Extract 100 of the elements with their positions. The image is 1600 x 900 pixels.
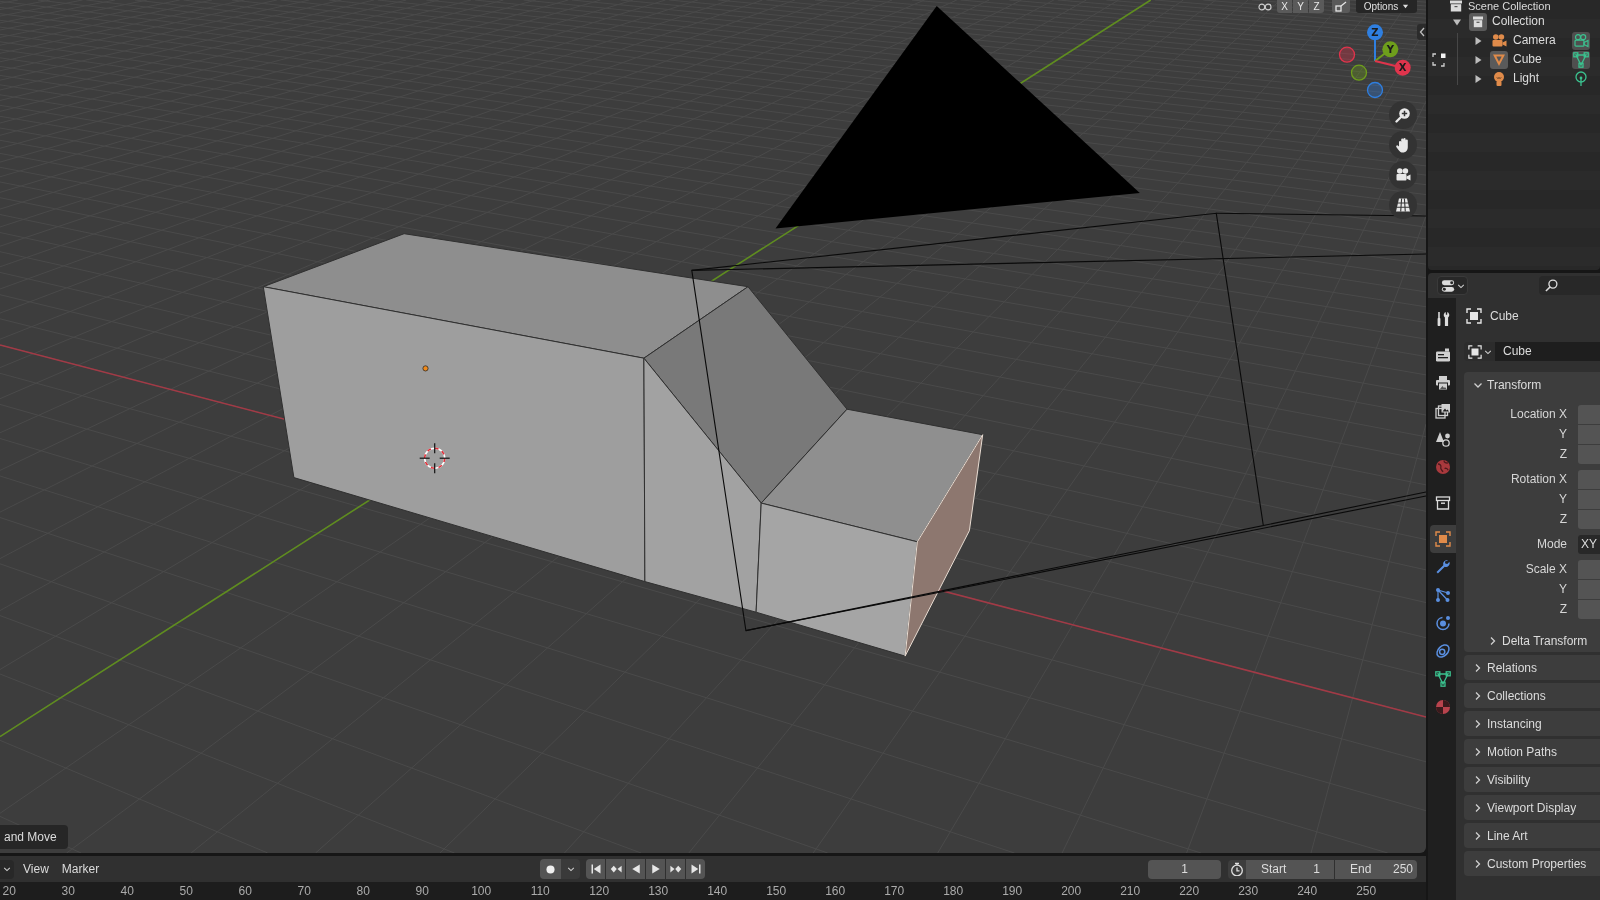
- expand-arrow-icon[interactable]: [1473, 35, 1483, 46]
- editor-type-button[interactable]: [1437, 276, 1468, 295]
- field-label: Mode: [1535, 536, 1567, 553]
- start-frame-field[interactable]: Start 1: [1246, 859, 1334, 879]
- pan-button[interactable]: [1389, 131, 1417, 159]
- prev-keyframe-button[interactable]: [606, 859, 625, 879]
- name-field[interactable]: Cube: [1495, 342, 1600, 361]
- chevron-down-icon: [1457, 281, 1465, 290]
- axis-toggle-button[interactable]: Y: [1293, 0, 1308, 13]
- frame-number: 250: [1355, 883, 1378, 900]
- movie-camera-icon: [1395, 167, 1411, 183]
- panel-title: Delta Transform: [1502, 634, 1588, 648]
- frame-number: 60: [237, 883, 253, 900]
- frame-number: 30: [60, 883, 76, 900]
- negative-axis-button[interactable]: [1366, 81, 1384, 99]
- search-field[interactable]: [1539, 276, 1600, 295]
- chevron-down-icon: [3, 865, 11, 873]
- jump-end-button[interactable]: [686, 859, 705, 879]
- play-icon: [649, 863, 662, 875]
- ring-icon: [1435, 643, 1451, 659]
- jump-start-button[interactable]: [586, 859, 605, 879]
- camera-view-button[interactable]: [1389, 161, 1417, 189]
- axis-toggle-button[interactable]: X: [1277, 0, 1292, 13]
- diamond-arrow-icon: [669, 863, 682, 875]
- axis-toggle-button[interactable]: Z: [1309, 0, 1324, 13]
- outliner-item[interactable]: Camera: [1490, 31, 1556, 50]
- axis-button[interactable]: X: [1374, 59, 1411, 76]
- frame-number: 180: [942, 883, 965, 900]
- stopwatch-icon: [1230, 862, 1244, 876]
- panel-header[interactable]: Custom Properties: [1464, 851, 1600, 876]
- stopwatch-button[interactable]: [1228, 859, 1246, 879]
- square-icon: [1435, 531, 1451, 547]
- printer-icon: [1435, 375, 1451, 391]
- diamond-arrow-icon: [609, 863, 622, 875]
- negative-axis-button[interactable]: [1338, 46, 1356, 63]
- negative-axis-button[interactable]: [1350, 64, 1368, 81]
- menu-item[interactable]: View: [19, 859, 53, 879]
- frame-number: 120: [588, 883, 611, 900]
- panel-title: Motion Paths: [1487, 744, 1558, 759]
- panel-title: Transform: [1487, 377, 1542, 392]
- orbit-icon: [1435, 615, 1451, 631]
- frame-number: 200: [1060, 883, 1083, 900]
- panel-header[interactable]: Collections: [1464, 683, 1600, 708]
- perspective-button[interactable]: [1389, 191, 1417, 219]
- frame-number: 90: [414, 883, 430, 900]
- object-type-dropdown[interactable]: [1464, 342, 1495, 361]
- outliner-item[interactable]: Light: [1490, 69, 1540, 88]
- field-label: Y: [1558, 426, 1567, 443]
- next-keyframe-button[interactable]: [666, 859, 685, 879]
- sphere-icon: [1435, 699, 1451, 715]
- play-button[interactable]: [646, 859, 665, 879]
- skip-back-icon: [589, 863, 602, 875]
- panel-header[interactable]: Instancing: [1464, 711, 1600, 736]
- field-label: End: [1350, 862, 1372, 876]
- sidebar-toggle-button[interactable]: [1417, 24, 1426, 40]
- camera-icon: [1435, 347, 1451, 363]
- panel-title: Custom Properties: [1487, 856, 1587, 871]
- movie-camera-icon[interactable]: [1572, 31, 1590, 50]
- frame-number: 110: [529, 883, 551, 900]
- panel-header[interactable]: Motion Paths: [1464, 739, 1600, 764]
- toggle-button[interactable]: [1332, 0, 1350, 13]
- dropdown-field[interactable]: XY: [1578, 535, 1600, 554]
- frame-field[interactable]: 1: [1148, 859, 1221, 879]
- outliner-item[interactable]: Scene Collection: [1449, 0, 1551, 12]
- box-corners-icon[interactable]: [1432, 52, 1446, 67]
- subpanel-header[interactable]: Delta Transform: [1464, 630, 1600, 652]
- wrench-icon: [1435, 559, 1451, 575]
- panel-header[interactable]: Relations: [1464, 655, 1600, 680]
- record-button[interactable]: [540, 859, 561, 879]
- panel-header[interactable]: Line Art: [1464, 823, 1600, 848]
- expand-arrow-icon[interactable]: [1473, 54, 1483, 65]
- expand-arrow-icon[interactable]: [1473, 73, 1483, 84]
- frame-number: 140: [706, 883, 729, 900]
- outliner-item[interactable]: Cube: [1490, 50, 1542, 69]
- menu-item[interactable]: Marker: [57, 859, 104, 879]
- bulb-icon[interactable]: [1572, 69, 1590, 88]
- editor-type-dropdown[interactable]: [0, 859, 14, 879]
- frame-number: 130: [647, 883, 670, 900]
- end-frame-field[interactable]: End 250: [1335, 859, 1417, 879]
- frame-number: 70: [296, 883, 312, 900]
- globe-icon: [1435, 459, 1451, 475]
- panel-header[interactable]: Viewport Display: [1464, 795, 1600, 820]
- redo-panel[interactable]: and Move: [0, 825, 68, 849]
- field-value: 1: [1313, 862, 1320, 876]
- triangle-mesh-icon[interactable]: [1572, 50, 1590, 69]
- frame-number: 220: [1178, 883, 1201, 900]
- panel-header[interactable]: Transform: [1464, 372, 1600, 397]
- axis-button[interactable]: Z: [1367, 24, 1383, 62]
- frame-number: 100: [470, 883, 493, 900]
- box-icon: [1449, 0, 1463, 12]
- outliner-item[interactable]: Collection: [1469, 12, 1545, 31]
- play-reverse-button[interactable]: [626, 859, 645, 879]
- panel-header[interactable]: Visibility: [1464, 767, 1600, 792]
- dot-icon: [546, 864, 555, 874]
- panel-title: Collections: [1487, 688, 1546, 703]
- keying-dropdown[interactable]: [561, 859, 580, 879]
- options-dropdown[interactable]: Options: [1356, 0, 1417, 13]
- frame-number: 160: [824, 883, 847, 900]
- square-icon: [1467, 344, 1482, 359]
- zoom-button[interactable]: [1389, 101, 1417, 129]
